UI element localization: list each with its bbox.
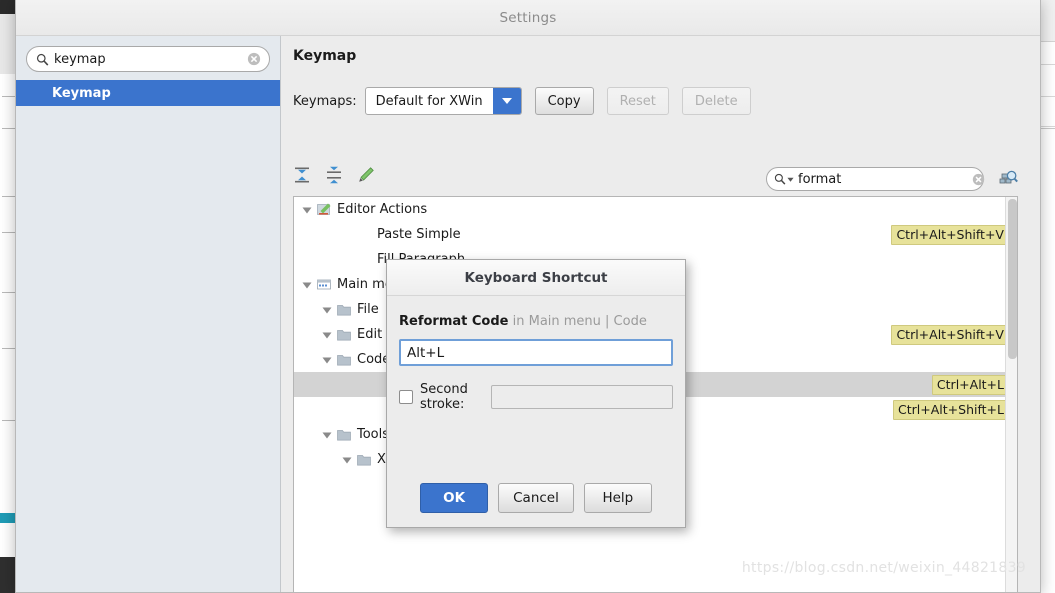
sidebar-search-wrap [16, 36, 280, 80]
delete-keymap-button: Delete [681, 87, 751, 115]
ok-button[interactable]: OK [420, 483, 489, 513]
chevron-down-icon[interactable] [787, 176, 794, 183]
reset-keymap-button: Reset [606, 87, 669, 115]
chevron-down-icon[interactable] [492, 88, 521, 114]
clear-filter-icon[interactable] [972, 173, 985, 186]
screen-root: ./v rt p p p Settings [0, 0, 1055, 593]
settings-sidebar: Keymap [16, 36, 281, 592]
second-stroke-checkbox[interactable] [399, 390, 413, 404]
shortcut-badge: Ctrl+Alt+L [931, 375, 1009, 395]
dialog-action-context: in Main menu | Code [508, 314, 647, 329]
second-stroke-input[interactable] [491, 385, 673, 409]
help-button[interactable]: Help [583, 483, 652, 513]
shortcut-input[interactable] [399, 339, 673, 366]
dialog-action-name: Reformat Code [399, 314, 509, 329]
keymaps-label: Keymaps: [293, 93, 357, 109]
shortcut-badge: Ctrl+Alt+Shift+V [891, 325, 1009, 345]
shortcut-badge: Ctrl+Alt+Shift+L [893, 400, 1009, 420]
tree-row-label: Paste Simple [377, 227, 461, 242]
bg-left-line [2, 232, 16, 233]
dialog-body: Reformat Code in Main menu | Code Second… [387, 296, 685, 412]
tree-row[interactable]: Editor Actions [294, 197, 1017, 222]
second-stroke-label: Second stroke: [420, 382, 468, 412]
expand-all-icon[interactable] [293, 166, 311, 184]
bg-left-line [2, 196, 16, 197]
settings-search-input[interactable] [49, 48, 247, 70]
bg-left-line [2, 292, 16, 293]
actions-filter-wrap [766, 167, 985, 191]
tree-row[interactable]: Paste Simple Ctrl+Alt+Shift+V [294, 222, 1017, 247]
keymap-select-value: Default for XWin [375, 93, 483, 109]
cancel-button[interactable]: Cancel [498, 483, 574, 513]
find-actions-by-shortcut-icon[interactable] [998, 169, 1018, 189]
page-title: Keymap [293, 48, 357, 64]
settings-titlebar: Settings [16, 0, 1040, 36]
search-icon [36, 53, 49, 66]
shortcut-badge: Ctrl+Alt+Shift+V [891, 225, 1009, 245]
tree-scrollbar[interactable] [1005, 197, 1017, 592]
bg-left-line [2, 96, 16, 97]
sidebar-item-label: Keymap [52, 85, 111, 101]
settings-window: Settings keymap Keymap Keymap Keymaps: D… [15, 0, 1041, 593]
keymap-select[interactable]: Default for XWin [364, 87, 522, 115]
bg-left-line [2, 348, 16, 349]
second-stroke-row: Second stroke: [399, 382, 673, 412]
collapse-all-icon[interactable] [325, 166, 343, 184]
bg-left-line [2, 420, 16, 421]
tree-row-label: File [357, 302, 379, 317]
actions-filter-box[interactable] [766, 167, 985, 191]
actions-filter-input[interactable] [794, 169, 972, 189]
sidebar-item-keymap[interactable]: Keymap [16, 80, 280, 106]
window-title: Settings [499, 9, 557, 26]
keymaps-row: Keymaps: Default for XWin Copy Reset Del… [293, 86, 1030, 116]
tree-row-label: Tools [357, 427, 390, 442]
tree-row-label: Edit [357, 327, 383, 342]
keyboard-shortcut-dialog: Keyboard Shortcut Reformat Code in Main … [386, 259, 686, 528]
tree-scrollbar-thumb[interactable] [1008, 199, 1017, 359]
copy-keymap-button[interactable]: Copy [534, 87, 594, 115]
tree-row-label: Editor Actions [337, 202, 428, 217]
dialog-buttons: OK Cancel Help [387, 483, 685, 513]
dialog-title: Keyboard Shortcut [387, 260, 685, 296]
settings-search-box[interactable] [26, 46, 270, 72]
dialog-action-line: Reformat Code in Main menu | Code [399, 314, 673, 329]
bg-left-line [2, 128, 16, 129]
edit-shortcut-icon[interactable] [357, 166, 375, 184]
clear-search-icon[interactable] [247, 52, 261, 66]
tree-toolbar [293, 166, 375, 184]
search-icon [774, 173, 786, 185]
